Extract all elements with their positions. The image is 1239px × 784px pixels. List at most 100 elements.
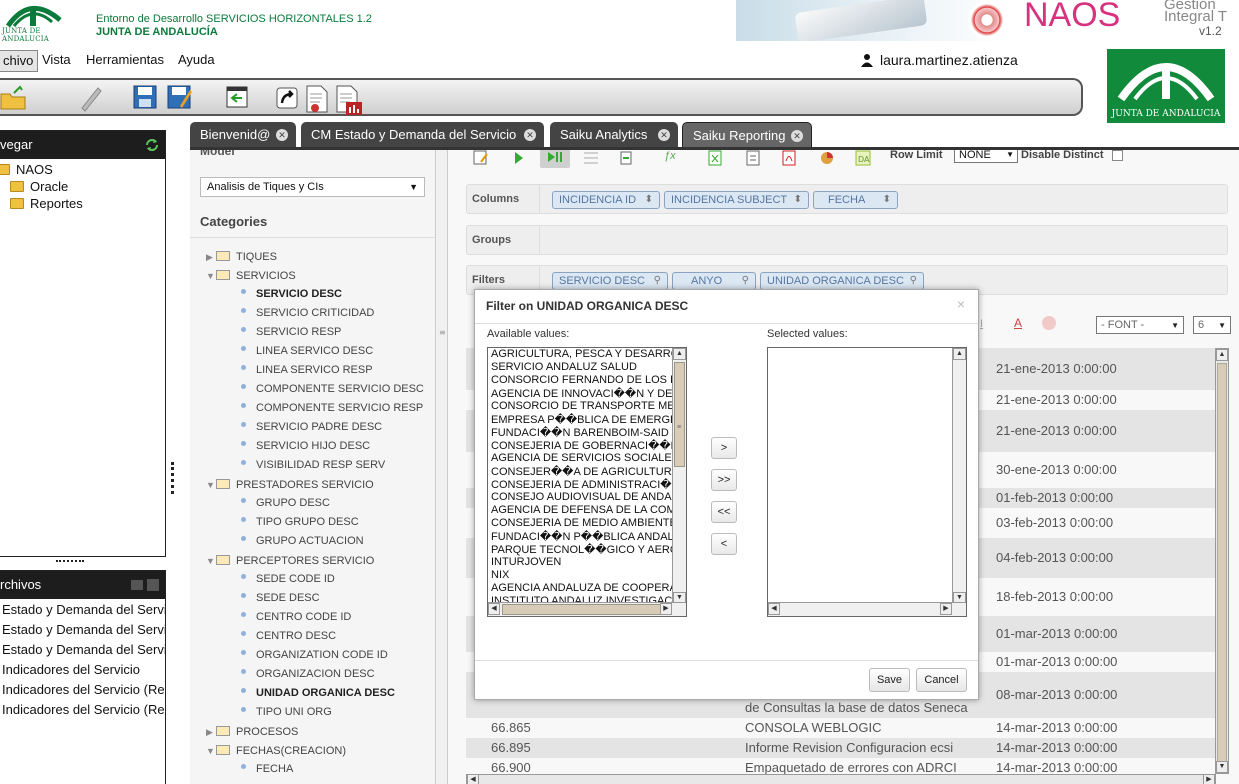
tree-item-naos[interactable]: NAOS: [0, 162, 53, 177]
file-item[interactable]: Indicadores del Servicio: [2, 662, 140, 677]
expanded-arrow-icon[interactable]: ▼: [206, 556, 216, 566]
file-item[interactable]: Estado y Demanda del Servicio: [2, 602, 165, 617]
dimension-tiques[interactable]: ▶ TIQUES: [206, 250, 277, 263]
close-icon[interactable]: ✕: [524, 129, 536, 141]
collapsed-arrow-icon[interactable]: ▶: [206, 252, 216, 263]
report-vertical-scrollbar[interactable]: ▲ ▼: [1215, 348, 1229, 774]
level-item[interactable]: CENTRO DESC: [240, 630, 336, 642]
list-item[interactable]: PARQUE TECNOL��GICO Y AERONAUTICO: [491, 543, 674, 556]
menu-vista[interactable]: Vista: [38, 50, 75, 72]
sort-icon[interactable]: ⬍: [645, 192, 653, 208]
row-limit-select[interactable]: NONE ▼: [954, 150, 1018, 163]
level-item[interactable]: TIPO GRUPO DESC: [241, 516, 359, 528]
list-item[interactable]: CONSORCIO DE TRANSPORTE METROPOLITANO: [491, 400, 674, 412]
level-item[interactable]: ORGANIZACION DESC: [241, 668, 375, 680]
selected-values-list[interactable]: ▲ ▼ ◀ ▶: [767, 347, 967, 617]
list-vertical-scrollbar[interactable]: ▲ ≡ ▼: [672, 348, 686, 604]
scroll-up-icon[interactable]: ▲: [673, 348, 686, 360]
search-icon[interactable]: ⚲: [654, 273, 661, 289]
level-item[interactable]: TIPO UNI ORG: [241, 706, 332, 718]
list-item[interactable]: AGENCIA ANDALUZA DE COOPERACION: [491, 582, 674, 594]
list-item[interactable]: FUNDACI��N P��BLICA ANDALUZA: [491, 530, 674, 543]
share-icon[interactable]: [274, 84, 300, 112]
new-folder-icon[interactable]: [131, 580, 143, 590]
list-item[interactable]: CONSEJERIA DE ADMINISTRACI��N: [491, 478, 674, 491]
level-item[interactable]: SERVICIO PADRE DESC: [240, 421, 382, 433]
level-item[interactable]: LINEA SERVICO DESC: [240, 345, 373, 357]
scrollbar-thumb[interactable]: [1217, 363, 1227, 763]
add-all-button[interactable]: >>: [711, 469, 737, 491]
close-icon[interactable]: ✕: [276, 129, 288, 141]
menu-herramientas[interactable]: Herramientas: [82, 50, 168, 72]
export-icon[interactable]: [224, 84, 250, 112]
filter-pill[interactable]: ANYO ⚲: [672, 272, 756, 290]
level-item[interactable]: SERVICIO HIJO DESC: [240, 440, 370, 452]
expanded-arrow-icon[interactable]: ▼: [206, 271, 216, 281]
tab-saiku-analytics[interactable]: Saiku Analytics ✕: [550, 122, 678, 148]
new-query-icon[interactable]: [472, 150, 494, 168]
dimension-procesos[interactable]: ▶ PROCESOS: [206, 725, 298, 738]
scroll-left-icon[interactable]: ◀: [467, 774, 479, 784]
font-select[interactable]: - FONT - ▼: [1096, 316, 1184, 334]
menu-ayuda[interactable]: Ayuda: [174, 50, 219, 72]
level-item[interactable]: SERVICIO RESP: [240, 326, 341, 338]
workspace-splitter[interactable]: ≡: [436, 150, 448, 784]
list-item[interactable]: FUNDACI��N BARENBOIM-SAID: [491, 426, 674, 439]
file-item[interactable]: Estado y Demanda del Servicio: [2, 622, 165, 637]
report-icon[interactable]: [304, 84, 330, 113]
file-item[interactable]: Indicadores del Servicio (Re: [2, 682, 165, 697]
hide-parents-icon[interactable]: [582, 150, 604, 168]
column-pill[interactable]: INCIDENCIA SUBJECT ⬍: [664, 191, 809, 209]
add-selected-button[interactable]: >: [711, 437, 737, 459]
level-item[interactable]: LINEA SERVICO RESP: [241, 364, 373, 376]
level-item[interactable]: GRUPO DESC: [241, 497, 330, 509]
dimension-fechas-creacion[interactable]: ▼ FECHAS(CREACION): [206, 744, 346, 757]
tab-cm-estado[interactable]: CM Estado y Demanda del Servicio ✕: [301, 122, 544, 148]
edit-pencil-icon[interactable]: [76, 84, 102, 112]
open-folder-icon[interactable]: [0, 84, 26, 112]
panel-resize-handle-horizontal[interactable]: [56, 560, 84, 564]
close-icon[interactable]: ×: [957, 296, 965, 312]
list-item[interactable]: INTURJOVEN: [491, 556, 674, 568]
report-horizontal-scrollbar[interactable]: ◀ ▶: [466, 774, 1216, 784]
level-item[interactable]: COMPONENTE SERVICIO RESP: [240, 402, 423, 414]
font-color-icon[interactable]: A: [1014, 316, 1022, 330]
tree-item-oracle[interactable]: Oracle: [10, 179, 68, 194]
level-item[interactable]: SEDE DESC: [241, 592, 320, 604]
level-item[interactable]: SERVICIO DESC: [241, 288, 342, 300]
level-item[interactable]: FECHA: [240, 763, 293, 775]
scroll-right-icon[interactable]: ▶: [1203, 774, 1215, 784]
close-icon[interactable]: ✕: [658, 129, 670, 141]
scroll-right-icon[interactable]: ▶: [940, 603, 952, 615]
save-as-icon[interactable]: [166, 84, 192, 112]
scroll-right-icon[interactable]: ▶: [660, 603, 672, 615]
user-menu[interactable]: laura.martinez.atienza: [860, 51, 1018, 68]
column-pill[interactable]: INCIDENCIA ID ⬍: [552, 191, 660, 209]
level-item[interactable]: VISIBILIDAD RESP SERV: [240, 459, 385, 471]
list-item[interactable]: NIX: [491, 569, 674, 581]
level-item[interactable]: SEDE CODE ID: [241, 573, 335, 585]
cube-select[interactable]: Analisis de Tiques y CIs ▼: [200, 177, 425, 197]
fill-color-icon[interactable]: [1042, 316, 1056, 330]
export-xls-icon[interactable]: [706, 150, 728, 168]
file-item[interactable]: Indicadores del Servicio (Re: [2, 702, 165, 717]
file-item[interactable]: Estado y Demanda del Servicio: [2, 642, 165, 657]
search-icon[interactable]: ⚲: [742, 273, 749, 289]
run-icon[interactable]: [510, 150, 532, 168]
scroll-up-icon[interactable]: ▲: [953, 348, 966, 360]
menu-archivo[interactable]: chivo: [0, 50, 39, 72]
delete-icon[interactable]: [147, 579, 159, 591]
font-size-select[interactable]: 6 ▼: [1193, 316, 1231, 334]
groups-drop-zone[interactable]: Groups: [466, 225, 1228, 255]
tree-item-reportes[interactable]: Reportes: [10, 196, 83, 211]
remove-all-button[interactable]: <<: [711, 501, 737, 523]
expanded-arrow-icon[interactable]: ▼: [206, 480, 216, 490]
refresh-icon[interactable]: [145, 138, 159, 152]
list-vertical-scrollbar[interactable]: ▲ ▼: [952, 348, 966, 604]
level-item[interactable]: GRUPO ACTUACION: [241, 535, 364, 547]
data-icon[interactable]: DA: [854, 150, 876, 168]
scrollbar-thumb[interactable]: [674, 362, 685, 467]
level-item[interactable]: CENTRO CODE ID: [240, 611, 351, 623]
tab-bienvenid[interactable]: Bienvenid@ ✕: [190, 122, 296, 148]
tab-saiku-reporting[interactable]: Saiku Reporting ✕: [682, 122, 812, 148]
